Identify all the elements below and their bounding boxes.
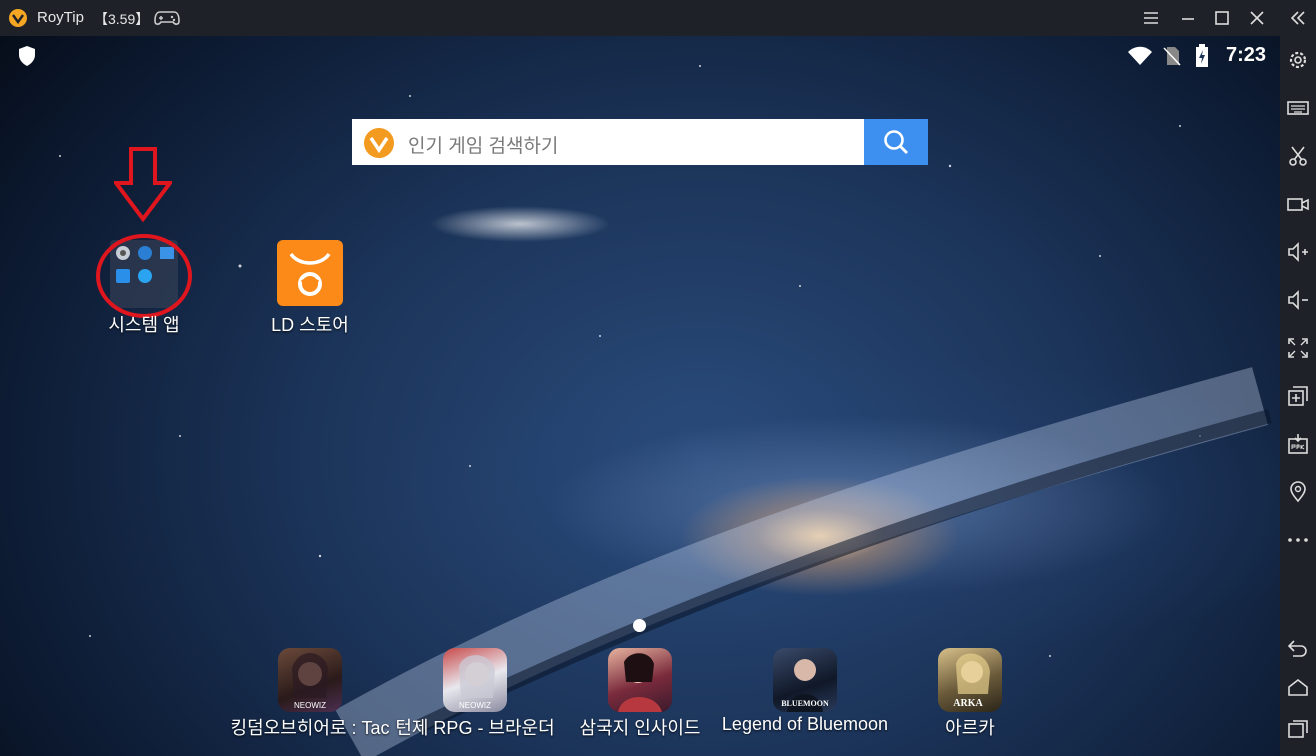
svg-text:ARKA: ARKA xyxy=(953,698,983,709)
annotation-circle xyxy=(96,234,192,318)
wifi-icon xyxy=(1128,46,1152,65)
ldplayer-logo-icon xyxy=(364,128,394,158)
dock-label-arka: 아르카 xyxy=(945,718,995,738)
location-icon[interactable] xyxy=(1286,480,1310,504)
minimize-icon[interactable] xyxy=(1176,6,1200,30)
bluemoon-icon: BLUEMOON xyxy=(781,659,829,712)
dock-app-kingdom-of-heroes[interactable]: NEOWIZ xyxy=(278,648,342,712)
ld-store-icon xyxy=(289,252,331,296)
app-title: RoyTip xyxy=(37,9,84,26)
menu-icon[interactable] xyxy=(1139,6,1163,30)
collapse-sidebar-icon[interactable] xyxy=(1286,6,1310,30)
android-home-screen: 7:23 인기 게임 검색하기 시스템 앱 LD 스토어 NEOWIZ 킹덤오브… xyxy=(0,36,1280,756)
annotation-arrow xyxy=(114,147,172,222)
dock-label-three-kingdoms-inside: 삼국지 인사이드 xyxy=(579,718,701,738)
back-icon[interactable] xyxy=(1286,636,1310,660)
more-icon[interactable] xyxy=(1286,528,1310,552)
search-bar[interactable]: 인기 게임 검색하기 xyxy=(352,119,928,165)
right-toolbar xyxy=(1280,36,1316,756)
svg-text:BLUEMOON: BLUEMOON xyxy=(781,699,829,708)
app-version: 【3.59】 xyxy=(94,11,150,27)
shield-icon xyxy=(19,46,35,66)
kingdom-of-heroes-icon: NEOWIZ xyxy=(292,653,328,710)
ld-store-label-wrap: LD 스토어 xyxy=(250,311,370,337)
search-input[interactable]: 인기 게임 검색하기 xyxy=(352,119,864,165)
clock: 7:23 xyxy=(1226,44,1267,66)
search-icon xyxy=(884,130,908,154)
search-placeholder: 인기 게임 검색하기 xyxy=(408,136,559,157)
scissors-icon[interactable] xyxy=(1286,144,1310,168)
svg-text:NEOWIZ: NEOWIZ xyxy=(294,701,326,710)
fullscreen-icon[interactable] xyxy=(1286,336,1310,360)
dock-label-legend-of-bluemoon: Legend of Bluemoon xyxy=(721,714,889,734)
volume-down-icon[interactable] xyxy=(1286,288,1310,312)
dock-app-arka[interactable]: ARKA xyxy=(938,648,1002,712)
dock-app-legend-of-bluemoon[interactable]: BLUEMOON xyxy=(773,648,837,712)
settings-icon[interactable] xyxy=(1286,48,1310,72)
dock-app-three-kingdoms-inside[interactable] xyxy=(608,648,672,712)
gamepad-icon[interactable] xyxy=(154,9,180,27)
dock-label-kingdom-of-heroes: 킹덤오브히어로 : Tac xyxy=(230,718,390,738)
battery-charging-icon xyxy=(1196,44,1208,67)
svg-text:NEOWIZ: NEOWIZ xyxy=(459,701,491,710)
title-bar: RoyTip 【3.59】 xyxy=(0,0,1316,36)
dock-label-brown-dust: 턴제 RPG - 브라운더 xyxy=(395,718,555,738)
ld-store-app[interactable] xyxy=(277,240,343,306)
system-apps-label: 시스템 앱 xyxy=(108,315,180,335)
brown-dust-icon: NEOWIZ xyxy=(459,655,495,710)
maximize-icon[interactable] xyxy=(1210,6,1234,30)
no-sim-icon xyxy=(1163,47,1181,66)
arka-icon: ARKA xyxy=(953,653,990,709)
record-video-icon[interactable] xyxy=(1286,192,1310,216)
keyboard-icon[interactable] xyxy=(1286,96,1310,120)
three-kingdoms-icon xyxy=(618,653,662,712)
system-apps-label-wrap: 시스템 앱 xyxy=(84,311,204,337)
volume-up-icon[interactable] xyxy=(1286,240,1310,264)
ld-store-label: LD 스토어 xyxy=(271,315,349,335)
close-icon[interactable] xyxy=(1245,6,1269,30)
dock-app-brown-dust[interactable]: NEOWIZ xyxy=(443,648,507,712)
home-icon[interactable] xyxy=(1286,676,1310,700)
ldplayer-logo-icon xyxy=(9,9,27,27)
multi-instance-icon[interactable] xyxy=(1286,384,1310,408)
search-button[interactable] xyxy=(864,119,928,165)
page-indicator xyxy=(633,619,646,632)
recent-apps-icon[interactable] xyxy=(1286,716,1310,740)
install-apk-icon[interactable] xyxy=(1286,432,1310,456)
